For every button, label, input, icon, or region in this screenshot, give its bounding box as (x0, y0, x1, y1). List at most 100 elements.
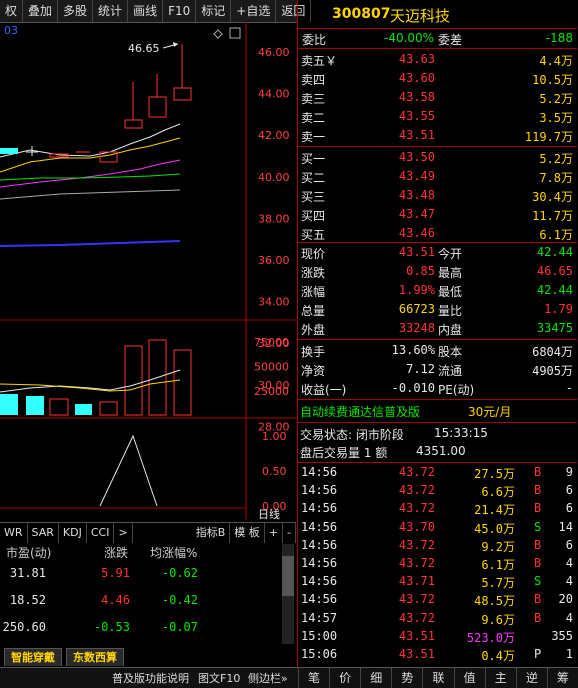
tick-volume: 48.5万 (474, 594, 515, 609)
indicator-tab-3[interactable]: CCI (87, 523, 115, 543)
scrollbar[interactable] (282, 544, 294, 644)
promo-price[interactable]: 30元/月 (468, 403, 511, 420)
bid-row[interactable]: 买五 43.46 6.1万 (298, 224, 577, 243)
tick-count: 14 (558, 519, 573, 534)
quote-tab-6[interactable]: 主 (484, 668, 516, 688)
bid-price: 43.50 (398, 150, 435, 164)
toolbar-button-6[interactable]: 标记 (196, 0, 232, 22)
sidebar-toggle[interactable]: 侧边栏» (248, 670, 288, 686)
tick-price: 43.72 (398, 465, 435, 479)
fund-row: 换手 13.60% 股本 6804万 (298, 341, 577, 360)
quote-label: 内盘 (438, 323, 463, 337)
indicator-tick: 1.00 (262, 430, 287, 443)
tick-count: 6 (565, 501, 573, 516)
quote-value: 33248 (398, 321, 435, 335)
tick-time: 15:00 (301, 628, 338, 643)
tick-price: 43.72 (398, 592, 435, 607)
quote-tab-1[interactable]: 价 (329, 668, 360, 688)
sector-row[interactable]: 250.60 -0.53 -0.07 (0, 618, 280, 640)
fund-label: 收益(一) (301, 383, 347, 397)
promo-text[interactable]: 自动续费通达信普及版 (300, 403, 420, 420)
tick-side: B (534, 465, 542, 479)
period-label[interactable]: 日线 (258, 507, 280, 520)
quote-tab-2[interactable]: 细 (360, 668, 391, 688)
promo-banner[interactable]: 自动续费通达信普及版 30元/月 (298, 401, 577, 420)
toolbar-button-2[interactable]: 多股 (58, 0, 94, 22)
sector-row[interactable]: 18.52 4.46 -0.42 (0, 591, 280, 613)
fund-row: 收益(一) -0.010 PE(动) - (298, 379, 577, 398)
sector-tab-0[interactable]: 智能穿戴 (4, 648, 62, 666)
toolbar-button-0[interactable]: 权 (0, 0, 24, 22)
bid-volume: 30.4万 (532, 190, 573, 204)
tick-count: 20 (558, 592, 573, 607)
tick-row: 14:56 43.71 5.7万 S 4 (298, 572, 577, 591)
ask-row[interactable]: 卖五￥ 43.63 4.4万 (298, 50, 577, 69)
feature-help-link[interactable]: 普及版功能说明 (112, 670, 189, 686)
toolbar-button-7[interactable]: +自选 (231, 0, 277, 22)
indicator-tab-4[interactable]: > (114, 523, 133, 543)
tick-volume: 21.4万 (474, 503, 515, 518)
quote-tab-4[interactable]: 联 (422, 668, 453, 688)
indicator-tab-0[interactable]: WR (0, 523, 28, 543)
quote-label: 外盘 (301, 323, 326, 337)
scrollbar-thumb[interactable] (282, 556, 294, 596)
quote-tab-3[interactable]: 势 (391, 668, 422, 688)
tick-time: 14:56 (301, 537, 338, 552)
ask-row[interactable]: 卖四 43.60 10.5万 (298, 69, 577, 88)
indicator-action-1[interactable]: 模 板 (230, 523, 265, 543)
quote-value: 42.44 (536, 283, 573, 297)
kline-chart[interactable]: 03 46.65 46.00 44.00 42.00 40.00 38.00 36.00 3… (0, 22, 296, 520)
fund-value: 7.12 (406, 362, 435, 376)
quote-value: 43.51 (398, 245, 435, 259)
volume-tick: 75000 (254, 336, 289, 349)
tick-row: 14:56 43.72 6.6万 B 6 (298, 481, 577, 500)
diamond-icon[interactable] (213, 29, 223, 39)
code-fragment: 03 (4, 24, 18, 37)
tick-row: 14:56 43.72 21.4万 B 6 (298, 499, 577, 518)
expand-icon[interactable] (229, 27, 241, 39)
toolbar-button-4[interactable]: 画线 (128, 0, 164, 22)
ask-row[interactable]: 卖一 43.51 119.7万 (298, 126, 577, 145)
bid-row[interactable]: 买三 43.48 30.4万 (298, 186, 577, 205)
indicator-tab-1[interactable]: SAR (28, 523, 59, 543)
quote-value: 33475 (536, 321, 573, 335)
bid-volume: 7.8万 (539, 171, 573, 185)
tick-time: 15:06 (301, 647, 338, 661)
ask-row[interactable]: 卖三 43.58 5.2万 (298, 88, 577, 107)
tick-row: 14:56 43.70 45.0万 S 14 (298, 518, 577, 537)
tick-volume: 523.0万 (466, 630, 515, 645)
tick-side: S (534, 519, 542, 534)
toolbar-button-3[interactable]: 统计 (93, 0, 129, 22)
ask-volume: 10.5万 (532, 73, 573, 87)
ask-price: 43.63 (398, 52, 435, 66)
quote-tab-8[interactable]: 筹 (546, 668, 578, 688)
quote-tab-7[interactable]: 逆 (515, 668, 547, 688)
trade-status-time: 15:33:15 (434, 426, 488, 440)
indicator-action-0[interactable]: 指标B (192, 523, 231, 543)
bid-row[interactable]: 买四 43.47 11.7万 (298, 205, 577, 224)
tick-side: B (534, 610, 542, 625)
ask-row[interactable]: 卖二 43.55 3.5万 (298, 107, 577, 126)
f10-link[interactable]: 图文F10 (198, 670, 240, 686)
price-tick: 36.00 (258, 254, 290, 267)
indicator-tab-2[interactable]: KDJ (59, 523, 87, 543)
toolbar-button-5[interactable]: F10 (163, 0, 197, 22)
sector-row[interactable]: 31.81 5.91 -0.62 (0, 564, 280, 586)
ma60-line (0, 189, 181, 200)
quote-tab-0[interactable]: 笔 (298, 668, 329, 688)
sector-tabs: 智能穿戴 东数西算 (0, 648, 296, 666)
indicator-action-3[interactable]: - (283, 523, 296, 543)
tick-row: 15:06 43.51 0.4万 P 1 (298, 645, 577, 664)
trade-status: 交易状态: 闭市阶段 15:33:15 (298, 424, 577, 443)
weicha-label: 委差 (438, 33, 463, 47)
bid-row[interactable]: 买一 43.50 5.2万 (298, 148, 577, 167)
indicator-action-2[interactable]: + (265, 523, 284, 543)
sector-table-header: 市盈(动) 涨跌 均涨幅% (0, 542, 296, 562)
quote-tab-5[interactable]: 值 (453, 668, 485, 688)
toolbar-button-1[interactable]: 叠加 (23, 0, 59, 22)
bid-row[interactable]: 买二 43.49 7.8万 (298, 167, 577, 186)
tick-count: 1 (565, 647, 573, 661)
row-pe: 18.52 (9, 593, 46, 607)
sector-tab-1[interactable]: 东数西算 (66, 648, 124, 666)
row-avg-change: -0.62 (161, 566, 198, 580)
